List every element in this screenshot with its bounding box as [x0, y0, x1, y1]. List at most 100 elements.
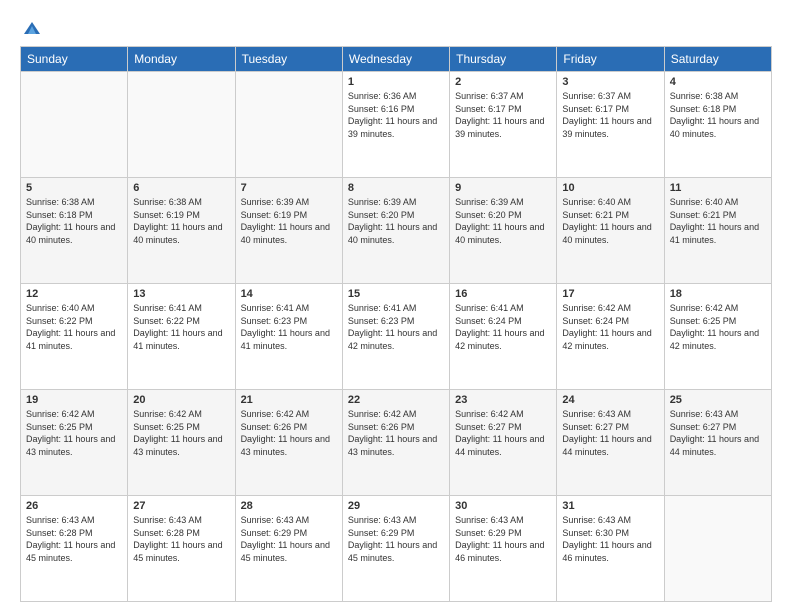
day-number: 23 [455, 394, 551, 406]
calendar-week-row: 5 Sunrise: 6:38 AM Sunset: 6:18 PM Daylig… [21, 178, 772, 284]
calendar-cell: 8Sunrise: 6:39 AM Sunset: 6:20 PM Daylig… [342, 178, 449, 284]
page: Sunday Monday Tuesday Wednesday Thursday… [0, 0, 792, 612]
calendar-cell: 27 Sunrise: 6:43 AM Sunset: 6:28 PM Dayli… [128, 496, 235, 602]
calendar-header-row: Sunday Monday Tuesday Wednesday Thursday… [21, 47, 772, 72]
header-monday: Monday [128, 47, 235, 72]
day-number: 31 [562, 500, 658, 512]
day-info: Sunrise: 6:41 AM Sunset: 6:23 PM Dayligh… [241, 302, 337, 352]
day-info: Sunrise: 6:41 AM Sunset: 6:23 PM Dayligh… [348, 302, 444, 352]
calendar-cell: 6Sunrise: 6:38 AM Sunset: 6:19 PM Daylig… [128, 178, 235, 284]
calendar-week-row: 19 Sunrise: 6:42 AM Sunset: 6:25 PM Dayli… [21, 390, 772, 496]
day-info: Sunrise: 6:42 AM Sunset: 6:25 PM Dayligh… [26, 408, 122, 458]
day-info: Sunrise: 6:43 AM Sunset: 6:29 PM Dayligh… [348, 514, 444, 564]
day-info: Sunrise: 6:42 AM Sunset: 6:24 PM Dayligh… [562, 302, 658, 352]
day-info: Sunrise: 6:36 AM Sunset: 6:16 PM Dayligh… [348, 90, 444, 140]
day-number: 1 [348, 76, 444, 88]
day-number: 10 [562, 182, 658, 194]
calendar-cell: 22 Sunrise: 6:42 AM Sunset: 6:26 PM Dayli… [342, 390, 449, 496]
day-info: Sunrise: 6:43 AM Sunset: 6:29 PM Dayligh… [455, 514, 551, 564]
calendar-cell: 9 Sunrise: 6:39 AM Sunset: 6:20 PM Daylig… [450, 178, 557, 284]
header-saturday: Saturday [664, 47, 771, 72]
calendar-cell: 18 Sunrise: 6:42 AM Sunset: 6:25 PM Dayli… [664, 284, 771, 390]
calendar-cell: 3 Sunrise: 6:37 AM Sunset: 6:17 PM Daylig… [557, 72, 664, 178]
day-info: Sunrise: 6:41 AM Sunset: 6:22 PM Dayligh… [133, 302, 229, 352]
calendar-cell: 31 Sunrise: 6:43 AM Sunset: 6:30 PM Dayli… [557, 496, 664, 602]
header-sunday: Sunday [21, 47, 128, 72]
day-number: 28 [241, 500, 337, 512]
day-number: 11 [670, 182, 766, 194]
calendar-cell: 12Sunrise: 6:40 AM Sunset: 6:22 PM Dayli… [21, 284, 128, 390]
day-number: 25 [670, 394, 766, 406]
day-number: 24 [562, 394, 658, 406]
day-info: Sunrise: 6:42 AM Sunset: 6:27 PM Dayligh… [455, 408, 551, 458]
day-number: 17 [562, 288, 658, 300]
calendar-cell: 30 Sunrise: 6:43 AM Sunset: 6:29 PM Dayli… [450, 496, 557, 602]
day-number: 22 [348, 394, 444, 406]
day-info: Sunrise: 6:39 AM Sunset: 6:19 PM Dayligh… [241, 196, 337, 246]
day-info: Sunrise: 6:42 AM Sunset: 6:26 PM Dayligh… [241, 408, 337, 458]
day-number: 3 [562, 76, 658, 88]
day-number: 19 [26, 394, 122, 406]
day-info: Sunrise: 6:38 AM Sunset: 6:18 PM Dayligh… [670, 90, 766, 140]
calendar-cell [235, 72, 342, 178]
day-number: 8 [348, 182, 444, 194]
calendar-cell: 4 Sunrise: 6:38 AM Sunset: 6:18 PM Daylig… [664, 72, 771, 178]
day-info: Sunrise: 6:40 AM Sunset: 6:22 PM Dayligh… [26, 302, 122, 352]
calendar-cell: 24Sunrise: 6:43 AM Sunset: 6:27 PM Dayli… [557, 390, 664, 496]
calendar-cell: 25 Sunrise: 6:43 AM Sunset: 6:27 PM Dayli… [664, 390, 771, 496]
day-info: Sunrise: 6:38 AM Sunset: 6:19 PM Dayligh… [133, 196, 229, 246]
day-number: 4 [670, 76, 766, 88]
day-number: 18 [670, 288, 766, 300]
calendar-table: Sunday Monday Tuesday Wednesday Thursday… [20, 46, 772, 602]
day-number: 27 [133, 500, 229, 512]
calendar-cell: 10 Sunrise: 6:40 AM Sunset: 6:21 PM Dayli… [557, 178, 664, 284]
header-thursday: Thursday [450, 47, 557, 72]
day-number: 30 [455, 500, 551, 512]
calendar-cell: 28Sunrise: 6:43 AM Sunset: 6:29 PM Dayli… [235, 496, 342, 602]
calendar-week-row: 1 Sunrise: 6:36 AM Sunset: 6:16 PM Daylig… [21, 72, 772, 178]
day-number: 2 [455, 76, 551, 88]
day-info: Sunrise: 6:43 AM Sunset: 6:30 PM Dayligh… [562, 514, 658, 564]
logo [20, 18, 42, 38]
day-info: Sunrise: 6:37 AM Sunset: 6:17 PM Dayligh… [562, 90, 658, 140]
day-info: Sunrise: 6:43 AM Sunset: 6:28 PM Dayligh… [133, 514, 229, 564]
calendar-cell: 5 Sunrise: 6:38 AM Sunset: 6:18 PM Daylig… [21, 178, 128, 284]
calendar-cell: 29 Sunrise: 6:43 AM Sunset: 6:29 PM Dayli… [342, 496, 449, 602]
day-info: Sunrise: 6:41 AM Sunset: 6:24 PM Dayligh… [455, 302, 551, 352]
day-info: Sunrise: 6:42 AM Sunset: 6:25 PM Dayligh… [133, 408, 229, 458]
day-info: Sunrise: 6:40 AM Sunset: 6:21 PM Dayligh… [670, 196, 766, 246]
day-info: Sunrise: 6:39 AM Sunset: 6:20 PM Dayligh… [455, 196, 551, 246]
calendar-cell: 2Sunrise: 6:37 AM Sunset: 6:17 PM Daylig… [450, 72, 557, 178]
header-wednesday: Wednesday [342, 47, 449, 72]
day-number: 5 [26, 182, 122, 194]
calendar-cell: 21Sunrise: 6:42 AM Sunset: 6:26 PM Dayli… [235, 390, 342, 496]
calendar-cell: 23 Sunrise: 6:42 AM Sunset: 6:27 PM Dayli… [450, 390, 557, 496]
day-info: Sunrise: 6:40 AM Sunset: 6:21 PM Dayligh… [562, 196, 658, 246]
day-number: 26 [26, 500, 122, 512]
calendar-cell: 16 Sunrise: 6:41 AM Sunset: 6:24 PM Dayli… [450, 284, 557, 390]
day-number: 7 [241, 182, 337, 194]
day-number: 16 [455, 288, 551, 300]
day-number: 20 [133, 394, 229, 406]
day-number: 13 [133, 288, 229, 300]
day-number: 9 [455, 182, 551, 194]
calendar-cell: 19 Sunrise: 6:42 AM Sunset: 6:25 PM Dayli… [21, 390, 128, 496]
calendar-cell: 13 Sunrise: 6:41 AM Sunset: 6:22 PM Dayli… [128, 284, 235, 390]
day-number: 14 [241, 288, 337, 300]
day-info: Sunrise: 6:42 AM Sunset: 6:26 PM Dayligh… [348, 408, 444, 458]
day-number: 15 [348, 288, 444, 300]
calendar-cell [664, 496, 771, 602]
calendar-cell: 14 Sunrise: 6:41 AM Sunset: 6:23 PM Dayli… [235, 284, 342, 390]
logo-icon [22, 18, 42, 38]
day-info: Sunrise: 6:42 AM Sunset: 6:25 PM Dayligh… [670, 302, 766, 352]
day-info: Sunrise: 6:43 AM Sunset: 6:27 PM Dayligh… [670, 408, 766, 458]
day-number: 29 [348, 500, 444, 512]
day-info: Sunrise: 6:43 AM Sunset: 6:28 PM Dayligh… [26, 514, 122, 564]
header-friday: Friday [557, 47, 664, 72]
calendar-cell: 1 Sunrise: 6:36 AM Sunset: 6:16 PM Daylig… [342, 72, 449, 178]
calendar-cell [128, 72, 235, 178]
header [20, 18, 772, 38]
calendar-cell: 26 Sunrise: 6:43 AM Sunset: 6:28 PM Dayli… [21, 496, 128, 602]
day-info: Sunrise: 6:38 AM Sunset: 6:18 PM Dayligh… [26, 196, 122, 246]
calendar-cell: 15 Sunrise: 6:41 AM Sunset: 6:23 PM Dayli… [342, 284, 449, 390]
